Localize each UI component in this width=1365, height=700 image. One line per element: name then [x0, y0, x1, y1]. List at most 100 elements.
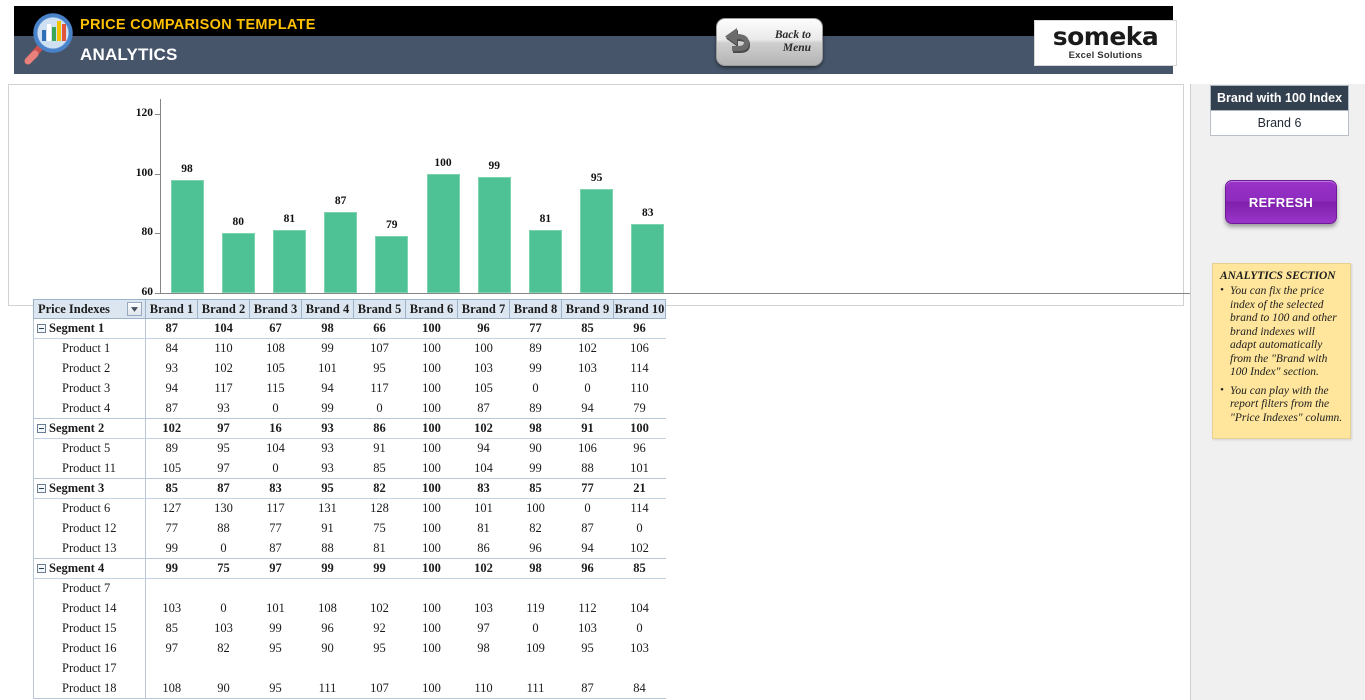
- product-row-label[interactable]: Product 3: [33, 378, 146, 399]
- table-row[interactable]: Product 16 97 82 95 90 95 100 98 109 95 103: [33, 638, 666, 659]
- page-title: ANALYTICS: [80, 45, 178, 64]
- product-row-label[interactable]: Product 16: [33, 638, 146, 659]
- product-row-label[interactable]: Product 7: [33, 578, 146, 599]
- chart-plot-area: 60 80 100 120 98 80 81 87 79 100 99 81 95 83: [9, 85, 1190, 305]
- table-cell: 89: [529, 400, 542, 415]
- pivot-column-header[interactable]: Brand 7: [457, 299, 510, 319]
- segment-row-label[interactable]: Segment 3: [33, 478, 146, 499]
- chart-bar[interactable]: [426, 173, 460, 293]
- pivot-column-header[interactable]: Brand 3: [249, 299, 302, 319]
- chart-bar[interactable]: [170, 179, 204, 293]
- chart-bar[interactable]: [221, 233, 255, 293]
- table-row[interactable]: Product 17: [33, 658, 666, 679]
- table-cell: 88: [581, 460, 594, 475]
- price-index-bar-chart[interactable]: 60 80 100 120 98 80 81 87 79 100 99 81 95 83: [8, 84, 1190, 306]
- table-row[interactable]: Segment 2 102 97 16 93 86 100 102 98 91 100: [33, 418, 666, 439]
- product-row-label[interactable]: Product 4: [33, 398, 146, 419]
- pivot-column-header[interactable]: Brand 8: [509, 299, 562, 319]
- product-row-label[interactable]: Product 6: [33, 498, 146, 519]
- pivot-column-header[interactable]: Brand 2: [197, 299, 250, 319]
- price-index-pivot-table[interactable]: Price Indexes Brand 1 Brand 2 Brand 3 Brand…: [33, 299, 666, 699]
- table-row[interactable]: Product 11 105 97 0 93 85 100 104 99 88 101: [33, 458, 666, 479]
- table-cell: 90: [197, 678, 250, 699]
- table-cell: 108: [145, 678, 198, 699]
- back-button-label: Back to Menu: [758, 29, 818, 55]
- refresh-button[interactable]: REFRESH: [1225, 180, 1337, 224]
- table-cell: 100: [422, 621, 441, 635]
- segment-row-label[interactable]: Segment 1: [33, 318, 146, 339]
- table-cell: 85: [165, 621, 179, 635]
- table-row[interactable]: Product 2 93 102 105 101 95 100 103 99 103 114: [33, 358, 666, 379]
- chart-bar[interactable]: [580, 188, 614, 293]
- product-row-label[interactable]: Product 12: [33, 518, 146, 539]
- product-row-label[interactable]: Product 15: [33, 618, 146, 639]
- chart-bar[interactable]: [324, 212, 358, 293]
- table-cell: 101: [318, 361, 337, 375]
- table-cell: 0: [584, 381, 591, 395]
- table-row[interactable]: Product 5 89 95 104 93 91 100 94 90 106 96: [33, 438, 666, 459]
- product-row-label[interactable]: Product 13: [33, 538, 146, 559]
- table-cell: 128: [370, 501, 389, 516]
- product-row-label[interactable]: Product 17: [33, 658, 146, 679]
- filter-dropdown-icon[interactable]: [127, 302, 142, 316]
- product-row-label[interactable]: Product 1: [33, 338, 146, 359]
- magnifier-chart-logo-icon: [16, 10, 76, 70]
- product-row-label[interactable]: Product 11: [33, 458, 146, 479]
- segment-row-label[interactable]: Segment 2: [33, 418, 146, 439]
- table-cell: 100: [405, 478, 458, 499]
- table-row[interactable]: Product 18 108 90 95 111 107 100 110 111 87 84: [33, 678, 666, 699]
- table-cell: 85: [373, 460, 386, 475]
- brand-index-selector[interactable]: Brand with 100 Index Brand 6: [1210, 85, 1349, 136]
- table-cell: 77: [269, 521, 282, 535]
- table-cell: 104: [266, 441, 285, 456]
- product-row-label[interactable]: Product 14: [33, 598, 146, 619]
- table-cell: 105: [162, 460, 182, 475]
- someka-logo[interactable]: someka Excel Solutions: [1034, 20, 1177, 66]
- table-cell: 99: [321, 400, 334, 415]
- table-cell: [406, 579, 458, 599]
- table-cell: 110: [457, 678, 510, 699]
- table-row[interactable]: Product 12 77 88 77 91 75 100 81 82 87 0: [33, 518, 666, 539]
- pivot-column-header[interactable]: Brand 5: [353, 299, 406, 319]
- product-row-label[interactable]: Product 5: [33, 438, 146, 459]
- collapse-minus-icon[interactable]: [37, 323, 46, 333]
- pivot-filter-header[interactable]: Price Indexes: [33, 299, 146, 319]
- collapse-minus-icon[interactable]: [37, 483, 46, 493]
- table-row[interactable]: Product 4 87 93 0 99 0 100 87 89 94 79: [33, 398, 666, 419]
- table-cell: 100: [422, 540, 441, 555]
- chart-y-tick-label: 100: [135, 166, 153, 179]
- collapse-minus-icon[interactable]: [37, 563, 46, 573]
- table-cell: 96: [613, 318, 666, 339]
- chart-bar[interactable]: [272, 230, 306, 293]
- collapse-minus-icon[interactable]: [37, 423, 46, 433]
- product-row-label[interactable]: Product 18: [33, 678, 146, 699]
- table-row[interactable]: Product 14 103 0 101 108 102 100 103 119 112 104: [33, 598, 666, 619]
- table-row[interactable]: Product 15 85 103 99 96 92 100 97 0 103 0: [33, 618, 666, 639]
- chart-bar[interactable]: [528, 230, 562, 293]
- pivot-column-header[interactable]: Brand 1: [145, 299, 198, 319]
- table-row[interactable]: Product 6 127 130 117 131 128 100 101 100 0 114: [33, 498, 666, 519]
- pivot-column-header[interactable]: Brand 10: [613, 299, 666, 319]
- table-cell: 91: [561, 418, 614, 439]
- table-row[interactable]: Segment 1 87 104 67 98 66 100 96 77 85 96: [33, 318, 666, 339]
- table-row[interactable]: Product 3 94 117 115 94 117 100 105 0 0 110: [33, 378, 666, 399]
- row-label-text: Segment 3: [49, 481, 105, 495]
- pivot-column-header[interactable]: Brand 6: [405, 299, 458, 319]
- pivot-column-header[interactable]: Brand 4: [301, 299, 354, 319]
- chart-bar[interactable]: [631, 224, 665, 293]
- table-cell: 84: [165, 341, 179, 356]
- table-cell: 104: [197, 318, 250, 339]
- table-row[interactable]: Segment 4 99 75 97 99 99 100 102 98 96 85: [33, 558, 666, 579]
- table-row[interactable]: Product 13 99 0 87 88 81 100 86 96 94 102: [33, 538, 666, 559]
- back-to-menu-button[interactable]: Back to Menu: [716, 18, 823, 66]
- table-row[interactable]: Product 7: [33, 578, 666, 599]
- segment-row-label[interactable]: Segment 4: [33, 558, 146, 579]
- product-row-label[interactable]: Product 2: [33, 358, 146, 379]
- table-row[interactable]: Segment 3 85 87 83 95 82 100 83 85 77 21: [33, 478, 666, 499]
- chart-bar[interactable]: [375, 236, 409, 293]
- pivot-column-header[interactable]: Brand 9: [561, 299, 614, 319]
- table-cell: 93: [217, 400, 230, 415]
- brand-index-value[interactable]: Brand 6: [1210, 111, 1349, 136]
- chart-bar[interactable]: [477, 176, 511, 293]
- table-row[interactable]: Product 1 84 110 108 99 107 100 100 89 102 106: [33, 338, 666, 359]
